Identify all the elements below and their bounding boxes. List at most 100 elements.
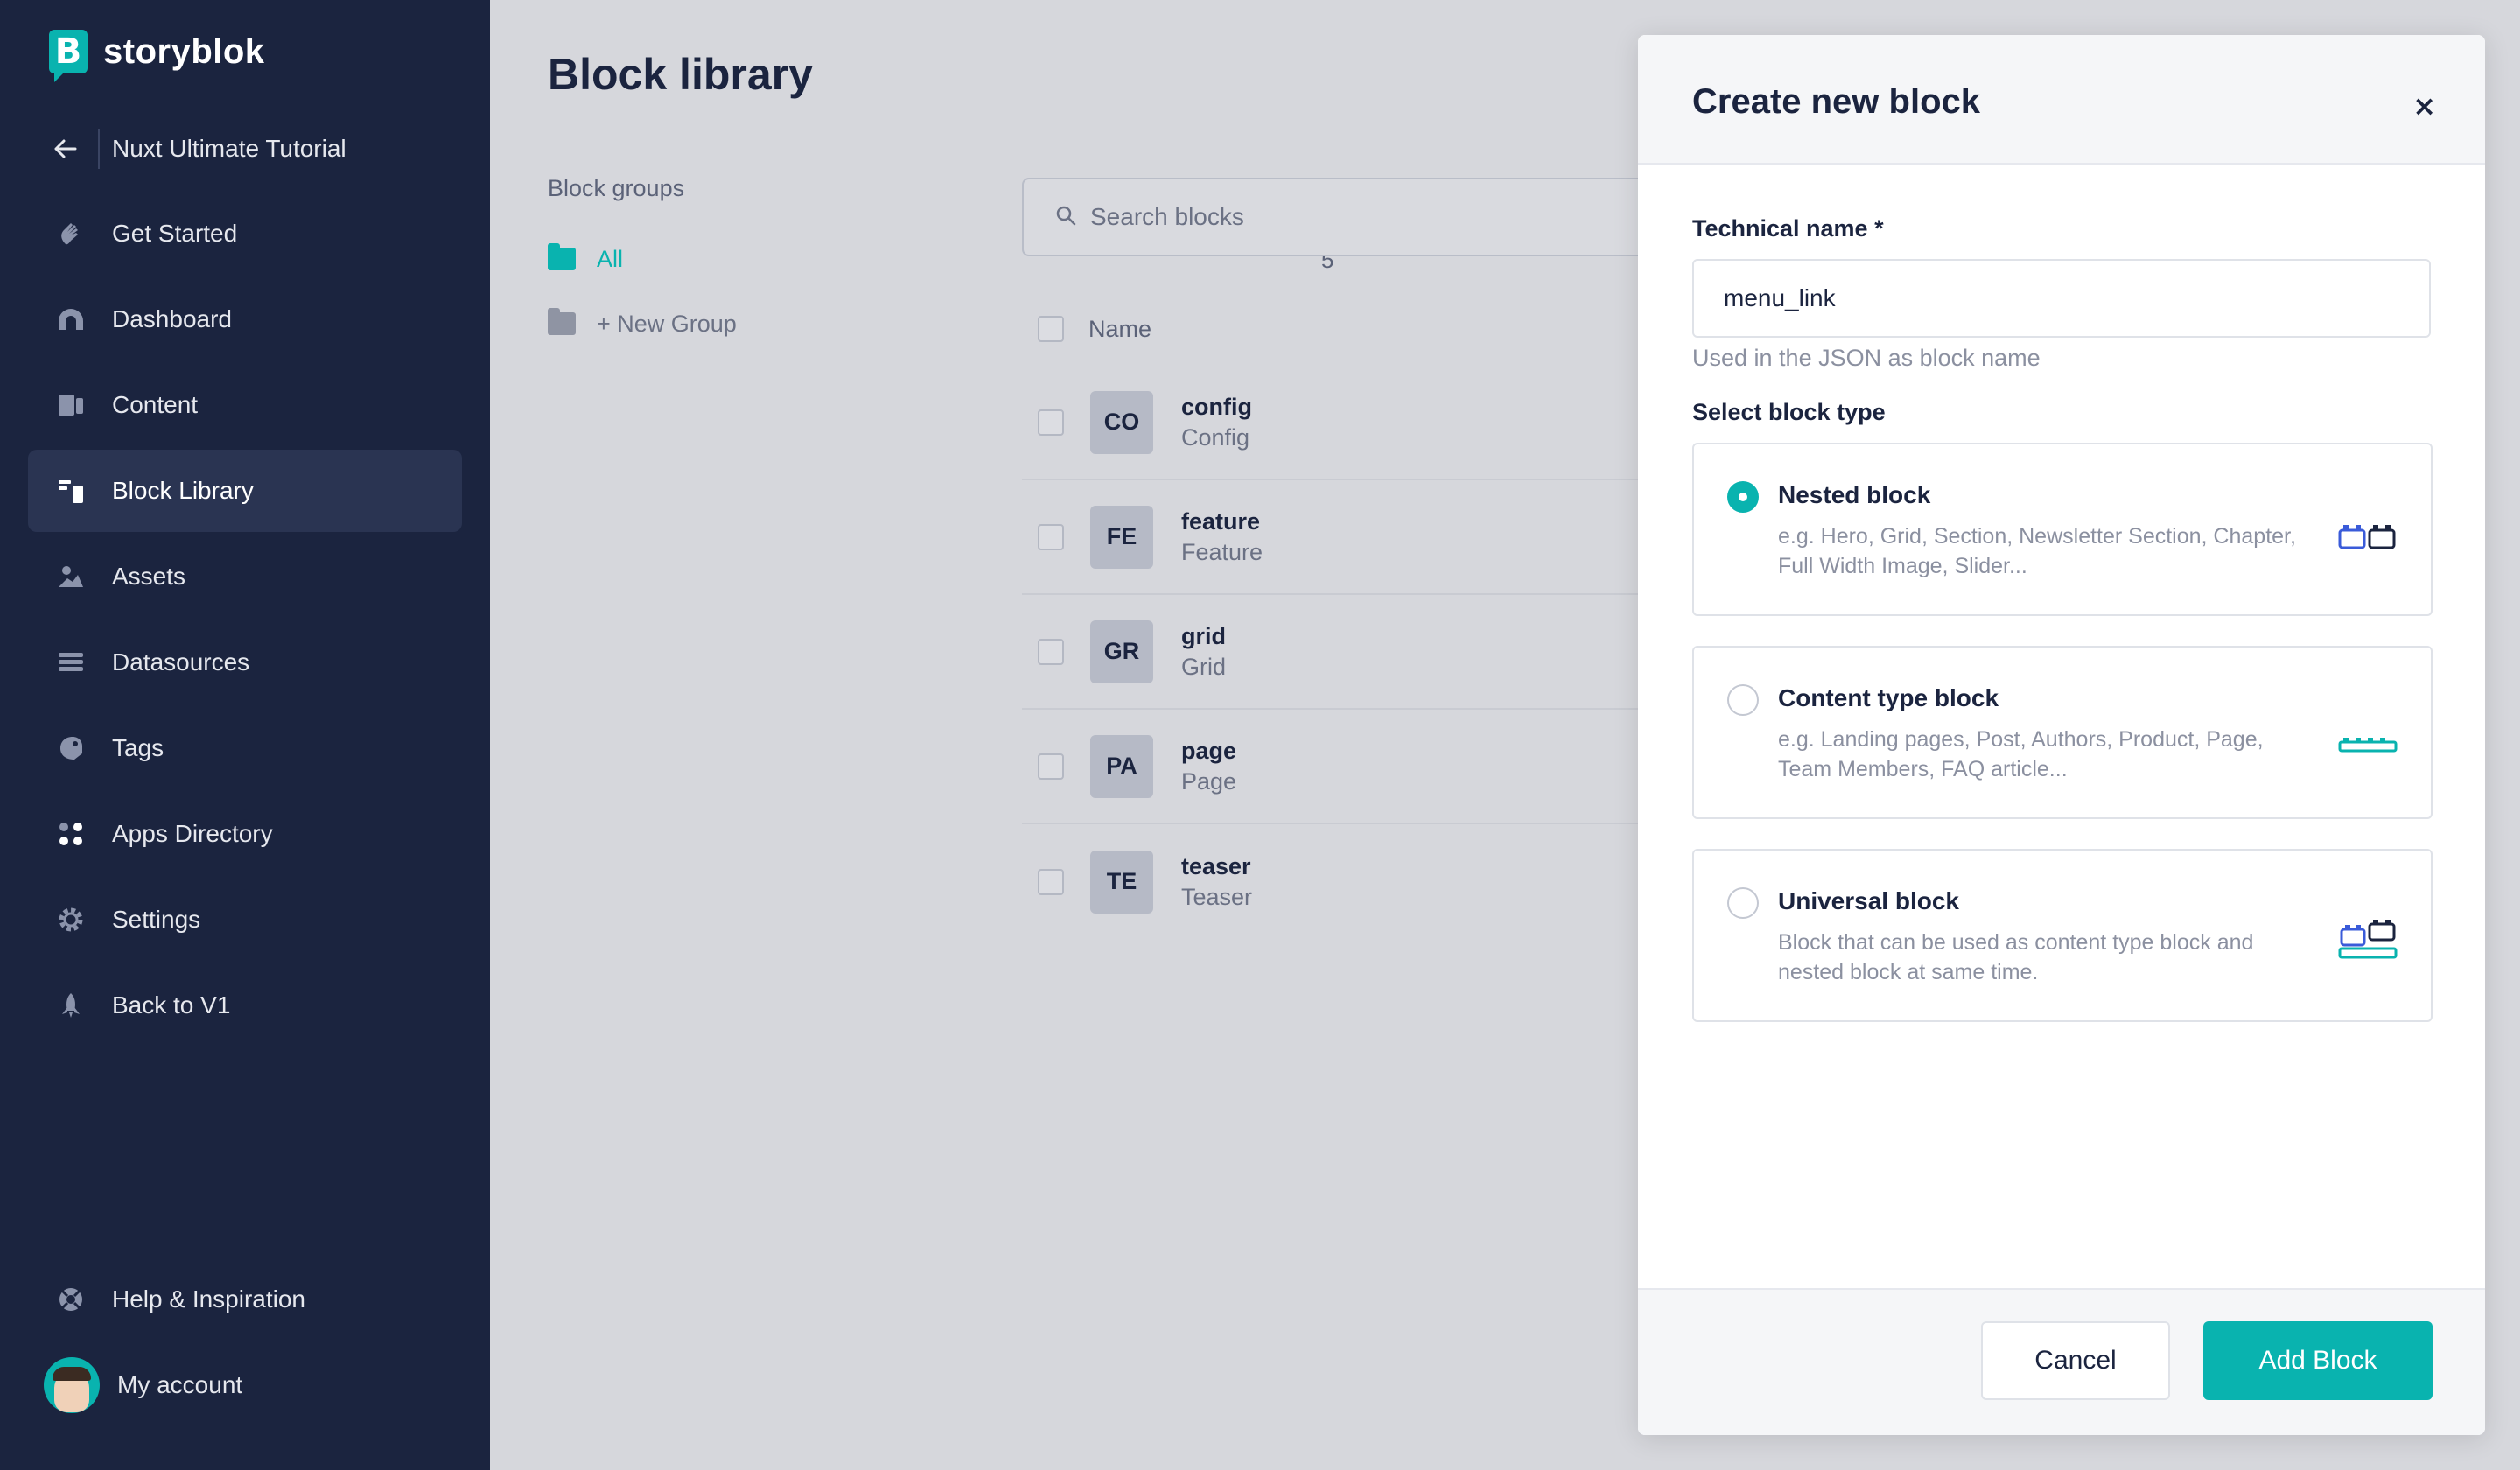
row-checkbox[interactable] — [1038, 868, 1064, 895]
space-switcher[interactable]: Nuxt Ultimate Tutorial — [54, 128, 346, 170]
space-divider — [98, 129, 100, 169]
block-display-name: Feature — [1181, 538, 1264, 565]
block-name: teaser — [1181, 852, 1251, 879]
select-all-checkbox[interactable] — [1038, 316, 1064, 342]
block-name: grid — [1181, 622, 1226, 649]
cancel-button[interactable]: Cancel — [1981, 1321, 2170, 1400]
sidebar-item-get-started[interactable]: Get Started — [28, 192, 462, 275]
sidebar-item-label: Tags — [112, 734, 164, 761]
apps-icon — [56, 819, 86, 849]
storyblok-logo[interactable]: B storyblok — [49, 30, 265, 82]
technical-name-label: Technical name * — [1692, 215, 1884, 242]
group-item-all[interactable]: All — [548, 242, 623, 276]
avatar — [44, 1357, 100, 1413]
radio-universal[interactable] — [1727, 887, 1759, 919]
block-name: config — [1181, 393, 1252, 420]
card-title: Universal block — [1778, 887, 1959, 914]
sidebar-item-settings[interactable]: Settings — [28, 878, 462, 961]
blocks-icon — [56, 476, 86, 506]
sidebar-item-datasources[interactable]: Datasources — [28, 621, 462, 704]
gear-icon — [56, 905, 86, 934]
block-type-universal[interactable]: Universal block Block that can be used a… — [1692, 849, 2432, 1022]
block-display-name: Page — [1181, 767, 1237, 794]
tag-icon — [56, 733, 86, 763]
block-badge: CO — [1090, 390, 1153, 454]
add-block-button[interactable]: Add Block — [2203, 1321, 2432, 1400]
create-block-modal: Create new block × Technical name * Used… — [1638, 35, 2485, 1435]
new-group-button[interactable]: + New Group — [548, 306, 737, 341]
search-input[interactable]: Search blocks — [1090, 203, 1244, 231]
column-name[interactable]: Name — [1088, 316, 1152, 343]
block-display-name: Teaser — [1181, 883, 1253, 910]
new-group-label: + New Group — [597, 310, 737, 337]
sidebar-item-apps-directory[interactable]: Apps Directory — [28, 793, 462, 875]
block-type-content[interactable]: Content type block e.g. Landing pages, P… — [1692, 646, 2432, 819]
card-description: e.g. Hero, Grid, Section, Newsletter Sec… — [1778, 524, 2296, 578]
content-icon — [56, 390, 86, 420]
radio-nested[interactable] — [1727, 481, 1759, 513]
sidebar-item-tags[interactable]: Tags — [28, 707, 462, 789]
storyblok-logo-icon: B — [49, 30, 88, 82]
space-name: Nuxt Ultimate Tutorial — [112, 135, 346, 162]
sidebar-item-label: Block Library — [112, 477, 254, 504]
close-icon[interactable]: × — [2412, 89, 2436, 122]
row-checkbox[interactable] — [1038, 752, 1064, 780]
lifebuoy-icon — [56, 1284, 86, 1314]
sidebar-item-label: Back to V1 — [112, 991, 231, 1018]
folder-icon — [548, 243, 576, 270]
sidebar-item-label: Apps Directory — [112, 820, 273, 847]
sidebar-item-back-to-v1[interactable]: Back to V1 — [28, 964, 462, 1046]
datasources-icon — [56, 648, 86, 677]
content-type-block-icon — [2338, 723, 2398, 758]
rocket-icon — [56, 990, 86, 1020]
row-checkbox[interactable] — [1038, 409, 1064, 436]
sidebar-nav: Get Started Dashboard Content Block Libr… — [28, 192, 462, 1050]
row-checkbox[interactable] — [1038, 523, 1064, 550]
card-title: Nested block — [1778, 481, 1931, 508]
sidebar: B storyblok Nuxt Ultimate Tutorial Get S… — [0, 0, 490, 1470]
sidebar-item-my-account[interactable]: My account — [28, 1344, 462, 1426]
sidebar-item-label: Content — [112, 391, 199, 418]
block-type-nested[interactable]: Nested block e.g. Hero, Grid, Section, N… — [1692, 443, 2432, 616]
block-groups-label: Block groups — [548, 175, 685, 201]
back-arrow-icon[interactable] — [54, 133, 86, 165]
sidebar-item-label: Help & Inspiration — [112, 1285, 306, 1312]
card-description: e.g. Landing pages, Post, Authors, Produ… — [1778, 727, 2264, 781]
brand-name: storyblok — [103, 32, 265, 71]
sidebar-item-label: Get Started — [112, 220, 238, 247]
technical-name-input[interactable] — [1692, 259, 2431, 338]
sidebar-item-content[interactable]: Content — [28, 364, 462, 446]
modal-title: Create new block — [1692, 82, 1981, 121]
page-title: Block library — [548, 50, 813, 99]
nested-block-icon — [2338, 520, 2398, 555]
block-type-label: Select block type — [1692, 399, 1886, 425]
sidebar-item-label: Dashboard — [112, 305, 232, 332]
block-name: page — [1181, 737, 1237, 764]
card-description: Block that can be used as content type b… — [1778, 930, 2254, 984]
wave-hand-icon — [56, 219, 86, 248]
radio-content-type[interactable] — [1727, 684, 1759, 716]
sidebar-item-dashboard[interactable]: Dashboard — [28, 278, 462, 360]
sidebar-item-label: Datasources — [112, 648, 250, 676]
dashboard-gauge-icon — [56, 304, 86, 334]
block-display-name: Grid — [1181, 653, 1227, 680]
folder-icon — [548, 308, 576, 335]
block-badge: GR — [1090, 620, 1153, 683]
card-title: Content type block — [1778, 684, 1999, 711]
sidebar-item-assets[interactable]: Assets — [28, 536, 462, 618]
search-icon — [1055, 205, 1076, 230]
sidebar-item-label: My account — [117, 1371, 243, 1398]
row-checkbox[interactable] — [1038, 638, 1064, 665]
universal-block-icon — [2338, 919, 2398, 961]
modal-footer: Cancel Add Block — [1638, 1288, 2485, 1435]
sidebar-item-label: Assets — [112, 563, 186, 590]
block-badge: TE — [1090, 850, 1153, 914]
block-badge: FE — [1090, 505, 1153, 569]
image-icon — [56, 562, 86, 592]
sidebar-item-help[interactable]: Help & Inspiration — [28, 1258, 462, 1340]
sidebar-bottom: Help & Inspiration My account — [28, 1258, 462, 1430]
sidebar-item-label: Settings — [112, 906, 201, 933]
group-label: All — [597, 245, 624, 272]
sidebar-item-block-library[interactable]: Block Library — [28, 450, 462, 532]
block-display-name: Config — [1181, 424, 1250, 451]
